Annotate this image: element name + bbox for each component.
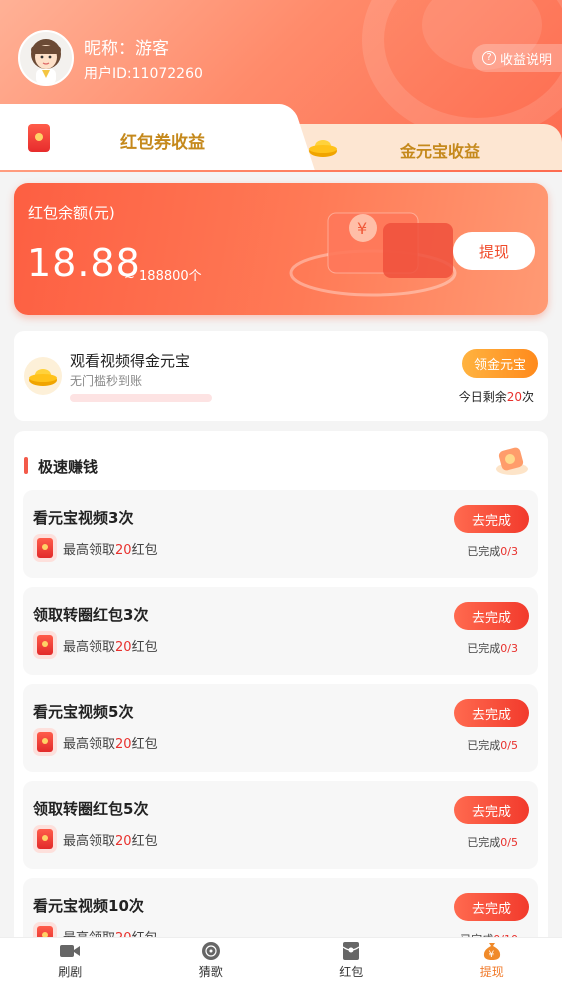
red-envelope-icon bbox=[37, 732, 53, 752]
profile-header: 昵称：游客 用户ID:11072260 ? 收益说明 红包券收益 金元宝收益 bbox=[0, 0, 562, 172]
red-envelope-icon bbox=[37, 538, 53, 558]
red-envelope-illustration: ¥ bbox=[289, 212, 457, 297]
question-icon: ? bbox=[481, 51, 496, 65]
tab-label-red-envelope: 红包券收益 bbox=[120, 133, 205, 153]
go-complete-button[interactable]: 去完成 bbox=[454, 699, 529, 727]
task-title: 看元宝视频3次 bbox=[33, 509, 134, 527]
task-item: 领取转圈红包5次 最高领取20红包 去完成 已完成0/5 bbox=[23, 781, 538, 869]
gold-ingot-icon bbox=[309, 140, 337, 157]
nav-label-withdraw: 提现 bbox=[479, 964, 504, 979]
money-bag-icon: ¥ bbox=[481, 941, 503, 961]
task-title: 领取转圈红包5次 bbox=[33, 800, 149, 818]
svg-text:¥: ¥ bbox=[488, 950, 494, 960]
task-progress: 已完成0/3 bbox=[467, 545, 518, 558]
balance-label: 红包余额(元) bbox=[28, 204, 115, 222]
section-marker bbox=[24, 457, 28, 474]
today-remaining: 今日剩余20次 bbox=[458, 390, 534, 404]
task-progress: 已完成0/5 bbox=[467, 836, 518, 849]
nav-item-withdraw[interactable]: ¥ 提现 bbox=[422, 938, 562, 982]
go-complete-button[interactable]: 去完成 bbox=[454, 796, 529, 824]
watch-video-progress-bar bbox=[70, 394, 212, 402]
nav-item-red-envelope[interactable]: 红包 bbox=[281, 938, 422, 982]
nav-label-red-envelope: 红包 bbox=[339, 964, 364, 979]
income-tabs: 红包券收益 金元宝收益 bbox=[0, 104, 562, 170]
avatar[interactable] bbox=[18, 30, 74, 86]
task-reward: 最高领取20红包 bbox=[63, 543, 158, 558]
task-title: 看元宝视频5次 bbox=[33, 703, 134, 721]
task-progress: 已完成0/5 bbox=[467, 739, 518, 752]
income-help-label: 收益说明 bbox=[499, 52, 552, 68]
withdraw-button[interactable]: 提现 bbox=[453, 232, 535, 270]
nav-item-drama[interactable]: 刷剧 bbox=[0, 938, 141, 982]
task-reward: 最高领取20红包 bbox=[63, 834, 158, 849]
task-item: 领取转圈红包3次 最高领取20红包 去完成 已完成0/3 bbox=[23, 587, 538, 675]
task-item: 看元宝视频3次 最高领取20红包 去完成 已完成0/3 bbox=[23, 490, 538, 578]
music-disc-icon bbox=[200, 941, 222, 961]
task-title: 看元宝视频10次 bbox=[33, 897, 144, 915]
bottom-nav: 刷剧 猜歌 红包 ¥ 提现 bbox=[0, 937, 562, 982]
task-item: 看元宝视频5次 最高领取20红包 去完成 已完成0/5 bbox=[23, 684, 538, 772]
tab-label-gold-ingot: 金元宝收益 bbox=[400, 142, 481, 161]
svg-text:¥: ¥ bbox=[357, 219, 367, 238]
red-envelope-icon bbox=[340, 941, 362, 961]
task-progress: 已完成0/3 bbox=[467, 642, 518, 655]
go-complete-button[interactable]: 去完成 bbox=[454, 893, 529, 921]
task-reward: 最高领取20红包 bbox=[63, 737, 158, 752]
nav-item-guess-song[interactable]: 猜歌 bbox=[141, 938, 282, 982]
balance-approx-count: ≈ 188800个 bbox=[124, 269, 202, 284]
nav-label-guess-song: 猜歌 bbox=[198, 964, 223, 979]
red-envelope-icon bbox=[37, 829, 53, 849]
watch-video-subtitle: 无门槛秒到账 bbox=[70, 374, 143, 388]
fast-earn-card: 极速赚钱 看元宝视频3次 最高领取20红包 去完成 已完成0/3 领取转圈红包3… bbox=[14, 431, 548, 966]
red-envelope-decoration-icon bbox=[496, 447, 528, 475]
nickname: 昵称：游客 bbox=[84, 39, 169, 59]
user-id: 用户ID:11072260 bbox=[84, 66, 203, 82]
watch-video-card: 观看视频得金元宝 无门槛秒到账 领金元宝 今日剩余20次 bbox=[14, 331, 548, 421]
fast-earn-title: 极速赚钱 bbox=[38, 458, 99, 476]
income-help-button[interactable]: ? 收益说明 bbox=[471, 44, 562, 72]
claim-gold-ingot-button[interactable]: 领金元宝 bbox=[462, 349, 538, 378]
red-envelope-icon bbox=[28, 124, 50, 152]
watch-video-title: 观看视频得金元宝 bbox=[70, 352, 191, 370]
balance-card: ¥ 红包余额(元) 18.88 ≈ 188800个 提现 bbox=[14, 183, 548, 315]
task-reward: 最高领取20红包 bbox=[63, 640, 158, 655]
go-complete-button[interactable]: 去完成 bbox=[454, 602, 529, 630]
video-icon bbox=[59, 941, 81, 961]
task-title: 领取转圈红包3次 bbox=[33, 606, 149, 624]
nav-label-drama: 刷剧 bbox=[58, 964, 83, 979]
go-complete-button[interactable]: 去完成 bbox=[454, 505, 529, 533]
gold-ingot-icon bbox=[24, 357, 62, 395]
red-envelope-icon bbox=[37, 635, 53, 655]
